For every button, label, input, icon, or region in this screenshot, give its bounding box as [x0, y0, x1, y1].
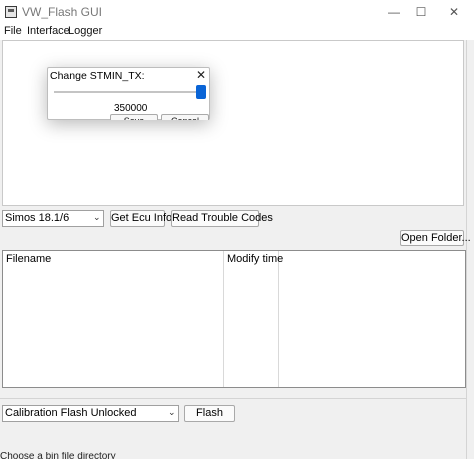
chevron-down-icon: ⌄	[93, 212, 101, 222]
read-trouble-codes-button[interactable]: Read Trouble Codes	[171, 210, 273, 227]
app-window-icon	[5, 6, 17, 18]
window-title: VW_Flash GUI	[22, 5, 103, 19]
file-list-table[interactable]	[2, 250, 466, 388]
cancel-button[interactable]: Cancel	[161, 114, 209, 120]
close-icon[interactable]: ✕	[440, 3, 468, 21]
save-button[interactable]: Save	[110, 114, 158, 120]
menu-logger[interactable]: Logger	[68, 24, 102, 40]
log-output-area[interactable]	[2, 40, 464, 206]
slider-track[interactable]	[54, 91, 199, 93]
dialog-title: Change STMIN_TX:	[50, 70, 145, 82]
status-bar-text: Choose a bin file directory	[0, 452, 116, 459]
divider	[0, 398, 466, 399]
slider-handle[interactable]	[196, 85, 206, 99]
menu-interface[interactable]: Interface	[27, 24, 70, 40]
slider-value: 350000	[114, 103, 148, 114]
dialog-close-icon[interactable]: ✕	[194, 68, 208, 82]
menu-file[interactable]: File	[4, 24, 22, 40]
flash-mode-select[interactable]: Calibration Flash Unlocked	[2, 405, 179, 422]
get-ecu-info-button[interactable]: Get Ecu Info	[110, 210, 172, 227]
window-border	[466, 40, 474, 459]
chevron-down-icon: ⌄	[168, 407, 176, 417]
column-divider[interactable]	[223, 251, 224, 387]
column-header-filename[interactable]: Filename	[6, 253, 51, 265]
minimize-icon[interactable]: —	[380, 3, 408, 21]
stmin-dialog: Change STMIN_TX: ✕ 350000 Save Cancel	[47, 67, 210, 120]
flash-button[interactable]: Flash	[184, 405, 235, 422]
ecu-type-select[interactable]: Simos 18.1/6	[2, 210, 104, 227]
maximize-icon[interactable]: ☐	[407, 3, 435, 21]
column-header-modify-time[interactable]: Modify time	[227, 253, 283, 265]
column-divider[interactable]	[278, 251, 279, 387]
menu-bar: File Interface Logger	[0, 24, 474, 40]
open-folder-button[interactable]: Open Folder...	[400, 230, 471, 246]
